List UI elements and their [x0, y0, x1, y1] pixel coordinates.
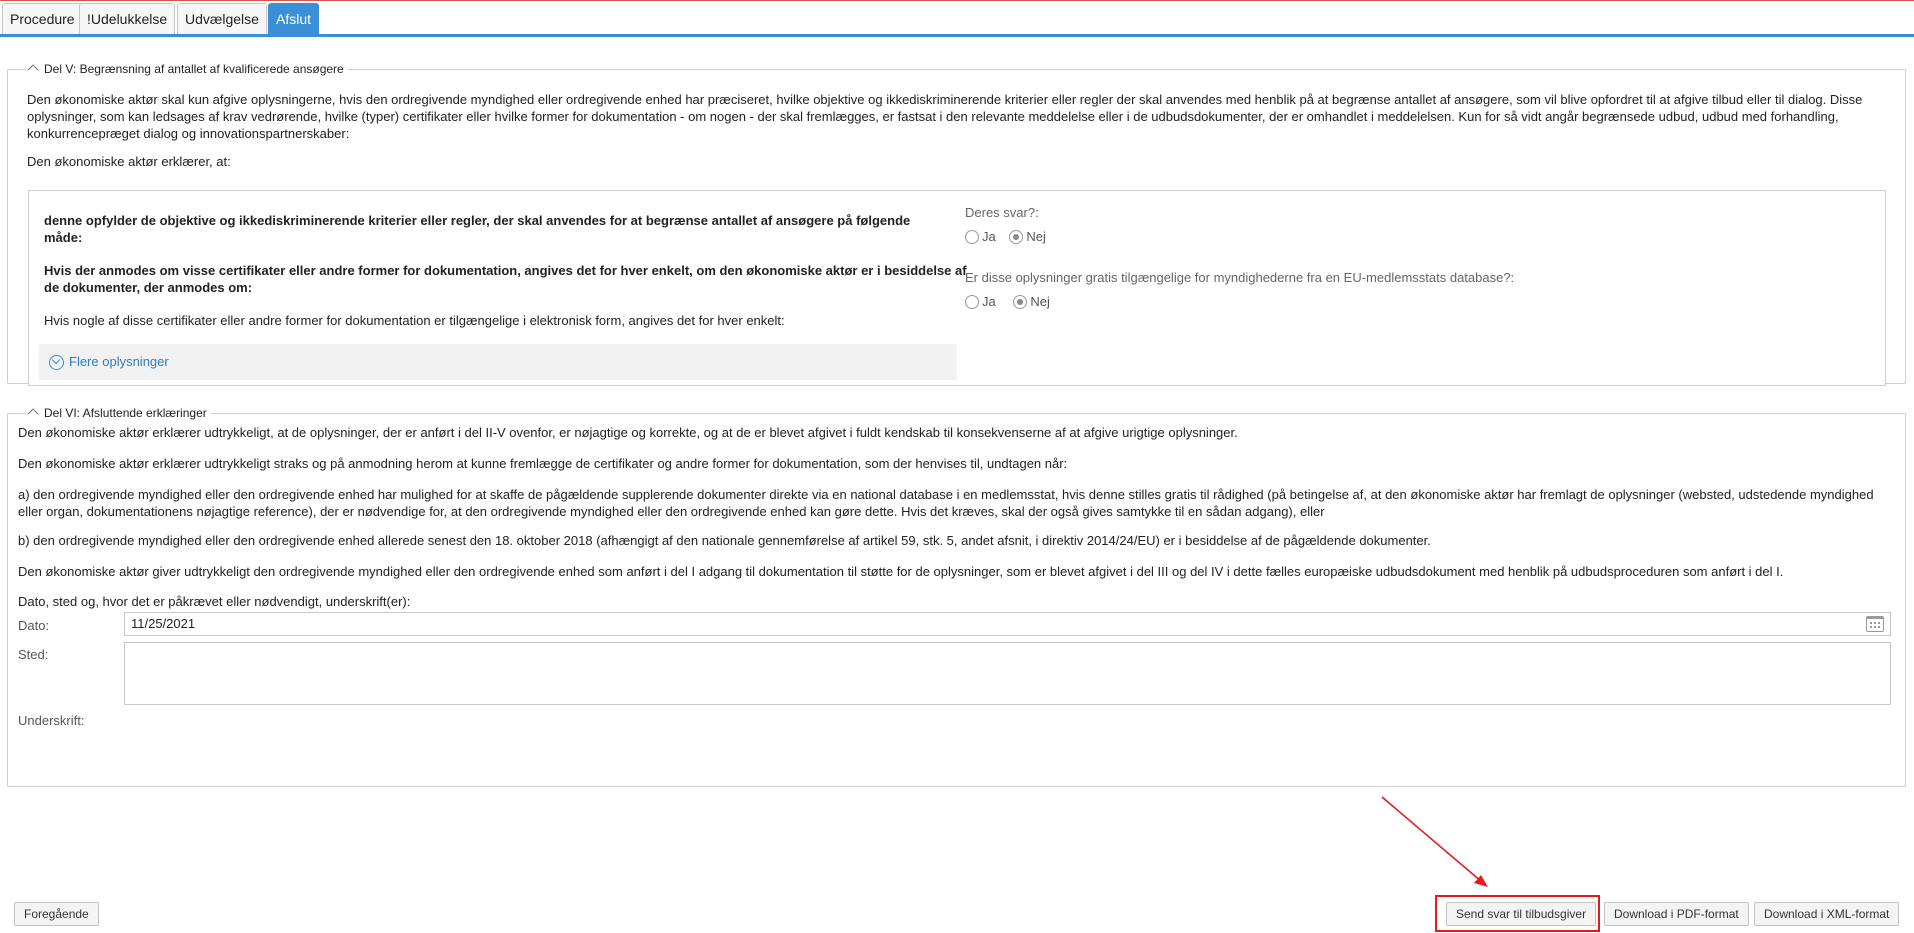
download-xml-button[interactable]: Download i XML-format: [1754, 902, 1900, 926]
download-pdf-button[interactable]: Download i PDF-format: [1604, 902, 1749, 926]
send-response-button[interactable]: Send svar til tilbudsgiver: [1446, 902, 1597, 926]
annotation-arrow-icon: [1381, 796, 1488, 887]
previous-button[interactable]: Foregående: [14, 902, 99, 926]
